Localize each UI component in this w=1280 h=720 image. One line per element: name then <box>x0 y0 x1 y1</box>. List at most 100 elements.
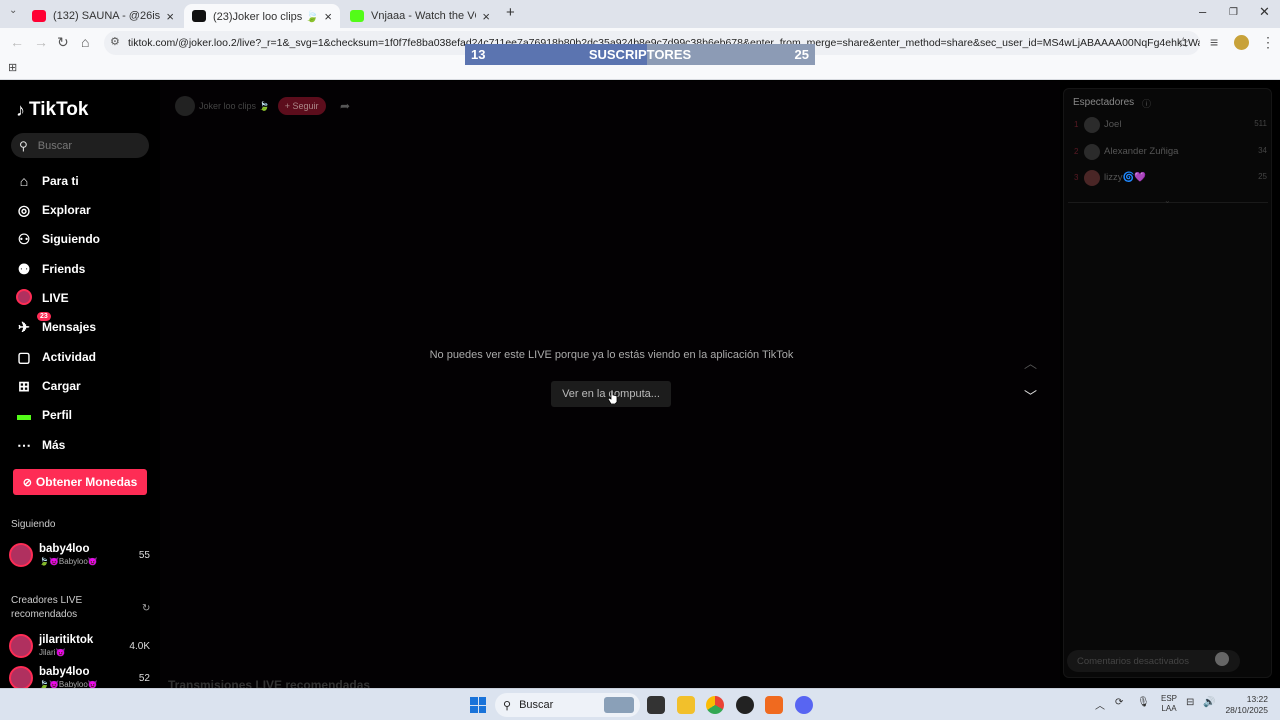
sidebar-item-live[interactable]: LIVE <box>15 288 69 308</box>
message-icon: ✈ <box>18 318 30 335</box>
home-browser-icon[interactable]: ⌂ <box>81 34 89 50</box>
avatar <box>1084 144 1100 160</box>
sidebar-item-mas[interactable]: ⋯ Más <box>15 435 65 455</box>
account-name: baby4loo <box>39 666 90 678</box>
clock[interactable]: 13:22 28/10/2025 <box>1218 694 1268 716</box>
forward-icon[interactable]: → <box>34 34 48 50</box>
task-view-icon[interactable] <box>647 696 665 714</box>
sidebar: ♪ TikTok ⚲ Buscar ⌂ Para ti ◎ Explorar ⚇ Si… <box>0 81 160 688</box>
apps-grid-icon[interactable]: ⊞ <box>8 61 17 74</box>
reading-list-icon[interactable]: ≡ <box>1210 34 1218 50</box>
viewer-name: Joel <box>1104 119 1122 130</box>
viewer-row[interactable]: 1 Joel 511 <box>1074 117 1267 133</box>
site-info-icon[interactable]: ⚙ <box>110 35 120 48</box>
sidebar-item-label: Explorar <box>42 203 91 217</box>
subscribers-overlay: 13 SUSCRIPTORES 25 <box>465 44 815 65</box>
search-input[interactable]: ⚲ Buscar <box>11 133 149 158</box>
refresh-icon[interactable]: ↻ <box>142 603 150 614</box>
recommended-account[interactable]: baby4loo 🍃😈Babyloo😈 52 <box>9 666 154 688</box>
next-live-icon[interactable]: ﹀ <box>1024 386 1037 405</box>
app-icon[interactable] <box>765 696 783 714</box>
language-indicator[interactable]: ESP LAA <box>1161 694 1177 714</box>
tab-title: (23)Joker loo clips 🍃 (@joker.l <box>213 10 319 23</box>
volume-icon[interactable]: 🔊 <box>1203 697 1215 708</box>
chrome-icon[interactable] <box>706 696 724 714</box>
more-icon: ⋯ <box>17 436 31 453</box>
subscribers-label: SUSCRIPTORES <box>588 47 692 62</box>
avatar <box>9 666 33 688</box>
minimize-button[interactable]: – <box>1199 4 1206 19</box>
obs-icon[interactable] <box>736 696 754 714</box>
new-tab-button[interactable]: + <box>506 4 515 21</box>
youtube-icon <box>32 10 46 22</box>
close-icon[interactable]: × <box>482 9 490 24</box>
taskbar-search[interactable]: ⚲ Buscar <box>495 693 640 717</box>
viewers-title: Espectadores <box>1073 97 1135 108</box>
network-icon[interactable]: ⊟ <box>1186 697 1194 708</box>
recommended-account[interactable]: jilaritiktok Jilari😈 4.0K <box>9 634 154 662</box>
avatar <box>9 543 33 567</box>
tab-tiktok[interactable]: (23)Joker loo clips 🍃 (@joker.l × <box>184 4 340 28</box>
profile-icon <box>15 407 33 423</box>
close-icon[interactable]: × <box>324 9 332 24</box>
back-icon[interactable]: ← <box>10 34 24 50</box>
menu-icon[interactable]: ⋮ <box>1261 34 1275 51</box>
following-account[interactable]: baby4loo 🍃😈Babyloo😈 55 <box>9 543 154 571</box>
sidebar-item-label: LIVE <box>42 291 69 305</box>
follow-button[interactable]: + Seguir <box>277 97 326 115</box>
file-explorer-icon[interactable] <box>677 696 695 714</box>
avatar[interactable] <box>175 96 195 116</box>
profile-avatar[interactable] <box>1234 35 1249 50</box>
windows-start-icon[interactable] <box>470 697 486 713</box>
maximize-button[interactable]: ❐ <box>1229 7 1238 18</box>
windows-taskbar: ⚲ Buscar ︿ ⟳ 🎙 ESP LAA ⊟ 🔊 13:22 28/10/2… <box>0 688 1280 720</box>
streamer-name[interactable]: Joker loo clips 🍃 <box>199 101 270 112</box>
tray-chevron-icon[interactable]: ︿ <box>1095 697 1105 712</box>
sidebar-item-mensajes[interactable]: ✈ 23 Mensajes <box>15 312 97 337</box>
discord-icon[interactable] <box>795 696 813 714</box>
info-icon[interactable]: ⓘ <box>1142 97 1151 110</box>
tab-title: Vnjaaa - Watch the VOD on Kick <box>371 10 476 22</box>
tab-kick[interactable]: Vnjaaa - Watch the VOD on Kick × <box>342 4 498 28</box>
tray-app-icon[interactable]: ⟳ <box>1115 697 1123 708</box>
close-icon[interactable]: × <box>166 9 174 24</box>
sidebar-item-label: Actividad <box>42 350 97 364</box>
tab-title: (132) SAUNA - @26is - YouTube <box>53 10 161 22</box>
viewer-name: Alexander Zuñiga <box>1104 146 1179 157</box>
viewer-score: 25 <box>1258 172 1267 181</box>
sidebar-item-label: Friends <box>42 262 86 276</box>
subscribers-current: 13 <box>471 47 486 62</box>
get-coins-button[interactable]: ⊘ Obtener Monedas <box>13 469 147 495</box>
already-watching-message: No puedes ver este LIVE porque ya lo est… <box>429 349 794 361</box>
get-coins-label: Obtener Monedas <box>35 475 138 489</box>
tab-list-icon[interactable]: ⌄ <box>9 5 17 16</box>
bookmark-star-icon[interactable]: ☆ <box>1177 34 1190 51</box>
viewer-row[interactable]: 2 Alexander Zuñiga 34 <box>1074 144 1267 160</box>
microphone-icon[interactable]: 🎙 <box>1137 697 1150 708</box>
tiktok-logo[interactable]: ♪ TikTok <box>16 99 88 121</box>
avatar <box>1084 117 1100 133</box>
sidebar-item-actividad[interactable]: ▢ Actividad <box>15 347 96 367</box>
home-icon: ⌂ <box>19 173 29 189</box>
sidebar-item-para-ti[interactable]: ⌂ Para ti <box>15 171 79 191</box>
tab-youtube[interactable]: (132) SAUNA - @26is - YouTube × <box>24 4 182 28</box>
activity-icon: ▢ <box>17 348 31 365</box>
reload-icon[interactable]: ↻ <box>57 34 69 51</box>
sidebar-item-explorar[interactable]: ◎ Explorar <box>15 200 91 220</box>
share-icon[interactable]: ➦ <box>340 99 350 113</box>
language-code: ESP <box>1161 694 1178 703</box>
sidebar-item-cargar[interactable]: ⊞ Cargar <box>15 376 81 396</box>
keyboard-layout: LAA <box>1161 704 1177 713</box>
clock-date: 28/10/2025 <box>1225 705 1268 715</box>
sidebar-item-perfil[interactable]: Perfil <box>15 405 72 425</box>
viewer-row[interactable]: 3 lizzy🌀💜 25 <box>1074 170 1267 186</box>
sidebar-item-label: Mensajes <box>42 320 97 334</box>
sidebar-item-label: Siguiendo <box>42 232 100 246</box>
search-icon: ⚲ <box>503 699 512 712</box>
search-highlight-icon <box>604 697 634 713</box>
sidebar-item-siguiendo[interactable]: ⚇ Siguiendo <box>15 229 100 249</box>
close-window-button[interactable]: ✕ <box>1259 4 1270 20</box>
sidebar-item-friends[interactable]: ⚉ Friends <box>15 259 86 279</box>
previous-live-icon[interactable]: ︿ <box>1024 353 1037 372</box>
expand-chevron-icon[interactable]: ⌄ <box>1164 196 1171 205</box>
